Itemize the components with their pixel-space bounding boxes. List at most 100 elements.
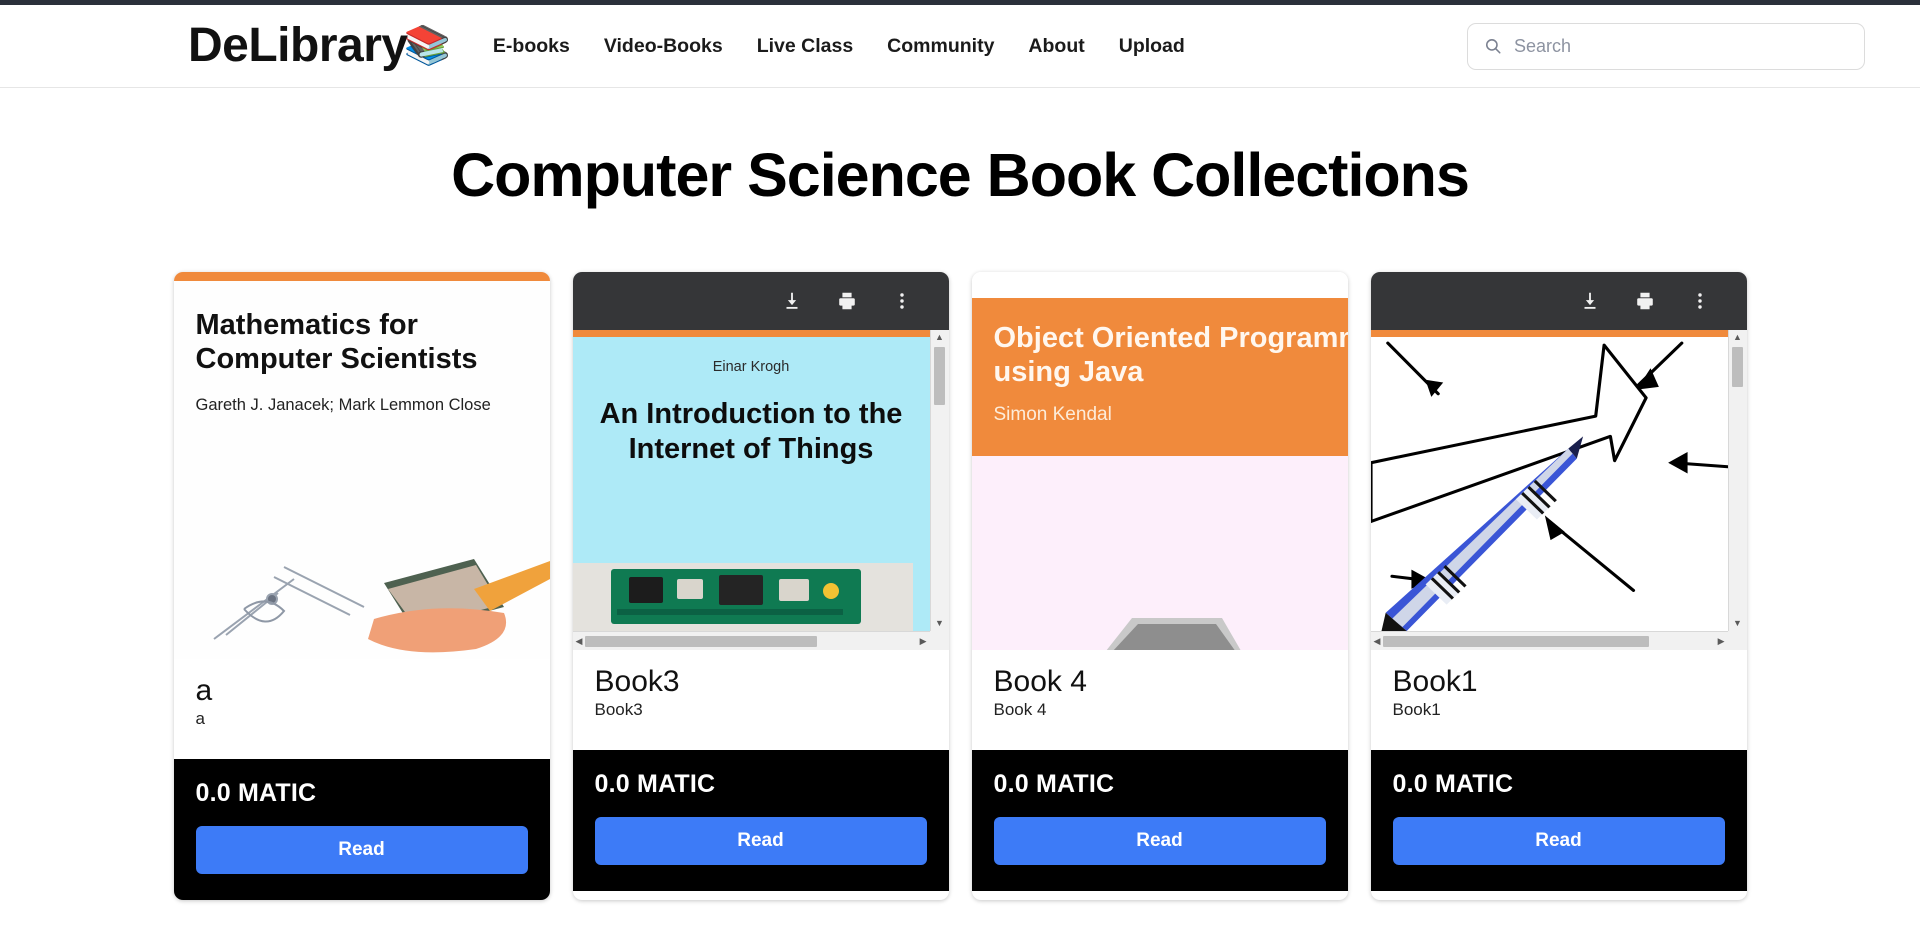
cover-heading: An Introduction to the Internet of Thing… xyxy=(599,398,903,465)
card-meta: Book3 Book3 xyxy=(572,650,949,750)
search-input[interactable] xyxy=(1514,35,1848,57)
read-button[interactable]: Read xyxy=(1392,816,1725,865)
pdf-page: Einar Krogh An Introduction to the Inter… xyxy=(572,330,949,650)
price-label: 0.0 MATIC xyxy=(195,778,317,807)
cover-author: Simon Kendal xyxy=(993,403,1112,425)
pdf-page-body: Einar Krogh An Introduction to the Inter… xyxy=(572,337,930,631)
card-meta: Book 4 Book 4 xyxy=(971,650,1348,750)
download-icon[interactable] xyxy=(781,290,803,312)
price-label: 0.0 MATIC xyxy=(993,769,1115,798)
card-footer: 0.0 MATIC Read xyxy=(1370,749,1747,891)
scrollbar-thumb[interactable] xyxy=(934,347,945,405)
card-footer: 0.0 MATIC Read xyxy=(173,758,550,900)
card-meta: Book1 Book1 xyxy=(1370,650,1747,750)
pdf-page-stripe xyxy=(1370,330,1747,337)
more-options-icon[interactable] xyxy=(1689,290,1711,312)
page-title: Computer Science Book Collections xyxy=(451,141,1470,209)
book-card[interactable]: ▲ ▼ ◀ ▶ Book1 Book1 0.0 MATIC Read xyxy=(1370,272,1747,900)
brand-logo[interactable]: DeLibrary 📚 xyxy=(188,22,451,70)
cover-heading-line2: Computer Scientists xyxy=(195,342,478,375)
scroll-up-arrow-icon[interactable]: ▲ xyxy=(932,330,947,345)
cover-heading-line1: Object Oriented Programming xyxy=(993,322,1348,354)
book-card[interactable]: Mathematics for Computer Scientists Gare… xyxy=(173,272,550,900)
pdf-preview[interactable]: Einar Krogh An Introduction to the Inter… xyxy=(572,272,949,650)
scrollbar-corner xyxy=(929,631,949,650)
nav-item-community[interactable]: Community xyxy=(887,35,994,58)
book-cover-oop: Object Oriented Programming using Java S… xyxy=(971,298,1348,650)
read-button[interactable]: Read xyxy=(993,816,1326,865)
site-header: DeLibrary 📚 E-books Video-Books Live Cla… xyxy=(0,5,1920,88)
more-options-icon[interactable] xyxy=(891,290,913,312)
scrollbar-corner xyxy=(1727,631,1747,650)
pdf-preview[interactable]: Mathematics for Computer Scientists Gare… xyxy=(173,281,550,659)
pdf-page: Mathematics for Computer Scientists Gare… xyxy=(173,281,550,659)
scroll-up-arrow-icon[interactable]: ▲ xyxy=(1730,330,1745,345)
card-footer: 0.0 MATIC Read xyxy=(572,749,949,891)
nav-item-video-books[interactable]: Video-Books xyxy=(604,35,723,58)
card-footer: 0.0 MATIC Read xyxy=(971,749,1348,891)
card-accent-bar xyxy=(173,272,550,281)
scroll-down-arrow-icon[interactable]: ▼ xyxy=(932,616,947,631)
book-cover-pen xyxy=(1370,337,1728,631)
scrollbar-thumb[interactable] xyxy=(585,635,818,647)
book-card[interactable]: Object Oriented Programming using Java S… xyxy=(971,272,1348,900)
book-cover-iot: Einar Krogh An Introduction to the Inter… xyxy=(572,337,930,631)
brand-name: DeLibrary xyxy=(188,19,408,72)
search-box[interactable] xyxy=(1467,22,1865,70)
pdf-vertical-scrollbar[interactable]: ▲ ▼ xyxy=(929,330,949,631)
cover-author: Einar Krogh xyxy=(712,359,790,375)
read-button[interactable]: Read xyxy=(195,825,528,874)
card-title: Book1 xyxy=(1392,665,1478,698)
laptop-illustration xyxy=(1106,618,1241,650)
book-card-grid: Mathematics for Computer Scientists Gare… xyxy=(0,272,1920,900)
scroll-left-arrow-icon[interactable]: ◀ xyxy=(573,634,586,649)
scroll-right-arrow-icon[interactable]: ▶ xyxy=(917,634,930,649)
circuit-board-illustration xyxy=(572,563,913,631)
price-label: 0.0 MATIC xyxy=(594,769,716,798)
card-title: a xyxy=(195,674,213,707)
card-meta: a a xyxy=(173,659,550,759)
search-container xyxy=(1467,22,1865,70)
scroll-right-arrow-icon[interactable]: ▶ xyxy=(1715,634,1728,649)
pdf-toolbar xyxy=(1370,272,1747,330)
download-icon[interactable] xyxy=(1579,290,1601,312)
pdf-page-body xyxy=(1370,337,1728,631)
scrollbar-thumb[interactable] xyxy=(1732,347,1743,387)
card-subtitle: Book1 xyxy=(1392,699,1441,719)
books-icon: 📚 xyxy=(403,25,451,67)
pdf-preview[interactable]: ▲ ▼ ◀ ▶ xyxy=(1370,272,1747,650)
price-label: 0.0 MATIC xyxy=(1392,769,1514,798)
nav-item-live-class[interactable]: Live Class xyxy=(757,35,853,58)
nav-item-ebooks[interactable]: E-books xyxy=(493,35,570,58)
card-title: Book3 xyxy=(594,665,680,698)
pdf-page xyxy=(1370,330,1747,650)
print-icon[interactable] xyxy=(836,290,858,312)
scroll-left-arrow-icon[interactable]: ◀ xyxy=(1371,634,1384,649)
cover-title-band: Object Oriented Programming using Java S… xyxy=(971,298,1348,456)
cover-authors: Gareth J. Janacek; Mark Lemmon Close xyxy=(195,396,491,415)
pdf-page: Object Oriented Programming using Java S… xyxy=(971,272,1348,650)
card-title: Book 4 xyxy=(993,665,1087,698)
book-card[interactable]: Einar Krogh An Introduction to the Inter… xyxy=(572,272,949,900)
nav-item-about[interactable]: About xyxy=(1028,35,1084,58)
pdf-horizontal-scrollbar[interactable]: ◀ ▶ xyxy=(572,631,930,650)
pdf-preview[interactable]: Object Oriented Programming using Java S… xyxy=(971,272,1348,650)
scrollbar-thumb[interactable] xyxy=(1383,635,1650,647)
print-icon[interactable] xyxy=(1634,290,1656,312)
read-button[interactable]: Read xyxy=(594,816,927,865)
cover-heading-line2: using Java xyxy=(993,355,1144,388)
main-navigation: E-books Video-Books Live Class Community… xyxy=(493,35,1185,58)
pen-and-arrows-illustration xyxy=(1370,341,1728,631)
card-subtitle: Book 4 xyxy=(993,699,1047,719)
pdf-vertical-scrollbar[interactable]: ▲ ▼ xyxy=(1727,330,1747,631)
compass-drawing-illustration xyxy=(212,559,550,653)
card-subtitle: a xyxy=(195,708,205,728)
pdf-page-stripe xyxy=(572,330,949,337)
cover-heading-line1: Mathematics for xyxy=(195,309,418,341)
pdf-horizontal-scrollbar[interactable]: ◀ ▶ xyxy=(1370,631,1728,650)
search-icon xyxy=(1485,38,1501,54)
pdf-toolbar xyxy=(572,272,949,330)
nav-item-upload[interactable]: Upload xyxy=(1119,35,1185,58)
scroll-down-arrow-icon[interactable]: ▼ xyxy=(1730,616,1745,631)
book-cover-math: Mathematics for Computer Scientists Gare… xyxy=(173,281,550,659)
